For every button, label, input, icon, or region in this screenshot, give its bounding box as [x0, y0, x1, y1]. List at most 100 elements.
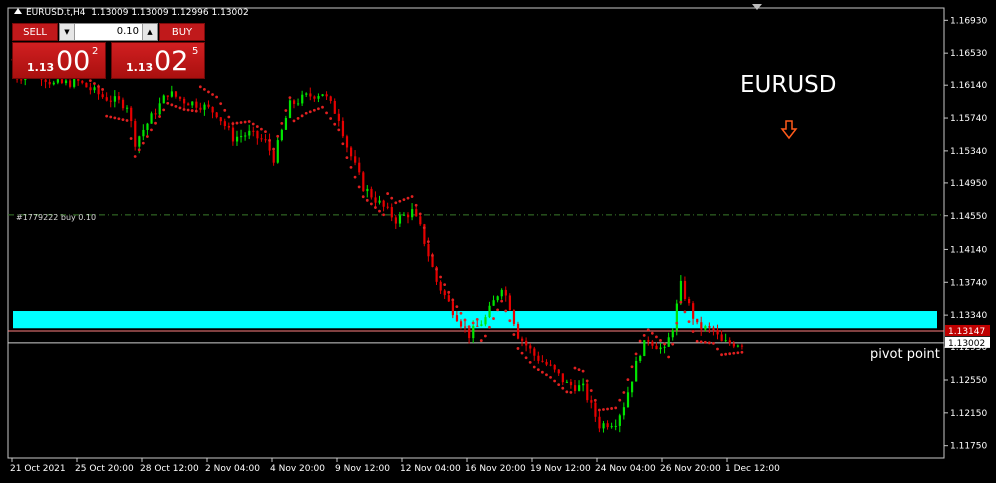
sar-dot: [443, 283, 447, 287]
candle-body: [464, 326, 467, 328]
candle-body: [288, 100, 292, 118]
candle-body: [117, 96, 121, 100]
chart-shift-marker-icon[interactable]: [752, 4, 762, 10]
candle-body: [162, 95, 165, 104]
candle-body: [578, 385, 581, 391]
chart-header: EURUSD.t,H4 1.13009 1.13009 1.12996 1.13…: [14, 8, 249, 18]
sar-dot: [268, 138, 271, 142]
sar-dot: [337, 128, 341, 132]
candle-body: [264, 139, 267, 141]
chevron-down-icon[interactable]: ▼: [60, 24, 75, 40]
sar-dot: [211, 93, 214, 96]
x-tick-label: 28 Oct 12:00: [140, 464, 199, 474]
one-click-trading-panel: SELL ▼ 0.10 ▲ BUY 1.13 00 2 1.13 02 5: [12, 23, 205, 79]
sar-dot: [190, 109, 194, 112]
candle-body: [573, 385, 577, 391]
candle-body: [667, 337, 670, 347]
sar-dot: [341, 142, 345, 146]
sar-dot: [675, 321, 679, 325]
candle-body: [630, 381, 634, 393]
candle-body: [675, 303, 678, 331]
candle-body: [553, 364, 556, 370]
candle-body: [602, 423, 605, 429]
sar-dot: [304, 111, 308, 115]
y-tick-label: 1.13740: [950, 278, 987, 288]
candle-body: [56, 79, 59, 83]
candle-body: [378, 200, 381, 203]
candle-body: [345, 136, 349, 148]
lot-size-input[interactable]: ▼ 0.10 ▲: [59, 23, 158, 41]
sar-dot: [357, 185, 361, 189]
sar-dot: [141, 141, 145, 145]
sar-dot: [488, 325, 491, 329]
sar-dot: [329, 117, 333, 120]
order-line-label[interactable]: #1779222 buy 0.10: [16, 213, 96, 222]
candle-body: [235, 136, 239, 142]
sar-dot: [255, 125, 259, 128]
candle-body: [476, 325, 479, 327]
support-zone[interactable]: [13, 311, 937, 329]
candle-body: [89, 87, 92, 91]
candle-body: [317, 96, 320, 99]
candle-body: [158, 103, 161, 115]
candle-body: [280, 129, 283, 141]
sar-dot: [374, 206, 377, 209]
candle-body: [223, 121, 226, 127]
sar-dot: [93, 82, 96, 85]
candle-body: [130, 107, 133, 122]
candle-body: [736, 345, 740, 347]
collapse-triangle-icon[interactable]: [14, 8, 22, 14]
sar-dot: [650, 331, 654, 335]
candle-body: [341, 120, 345, 137]
sar-dot: [614, 406, 618, 410]
buy-price-prefix: 1.13: [126, 61, 154, 74]
sar-dot: [504, 309, 508, 313]
candle-body: [231, 127, 235, 142]
sar-dot: [121, 118, 125, 122]
sar-dot: [732, 351, 736, 355]
pivot-point-label: pivot point: [870, 347, 940, 362]
sar-dot: [455, 305, 459, 309]
y-tick-label: 1.12150: [950, 409, 987, 419]
candle-body: [121, 99, 125, 109]
candle-body: [105, 97, 108, 101]
candle-body: [447, 295, 450, 302]
candle-body: [126, 107, 129, 109]
lot-size-value[interactable]: 0.10: [117, 24, 139, 40]
candle-body: [655, 345, 658, 350]
candle-body: [663, 346, 666, 348]
candle-body: [488, 305, 491, 318]
sar-dot: [630, 365, 634, 369]
sar-dot: [724, 352, 728, 356]
candle-body: [138, 136, 141, 147]
candle-body: [598, 416, 601, 429]
sar-dot: [500, 299, 504, 303]
candle-body: [565, 381, 569, 383]
y-tick-label: 1.15340: [950, 147, 987, 157]
symbol-title-annotation: EURUSD: [740, 72, 837, 98]
sar-dot: [300, 114, 304, 118]
candle-body: [468, 326, 471, 339]
sar-dot: [598, 408, 601, 412]
candle-body: [142, 129, 145, 137]
buy-button[interactable]: BUY: [159, 23, 205, 41]
sar-dot: [186, 108, 190, 112]
sar-dot: [703, 340, 707, 344]
sar-dot: [260, 127, 263, 131]
sar-dot: [378, 209, 381, 213]
candle-body: [561, 373, 564, 383]
sar-dot: [390, 196, 394, 200]
candle-body: [529, 345, 532, 349]
chevron-up-icon[interactable]: ▲: [142, 24, 157, 40]
candle-body: [150, 113, 153, 124]
sell-price-panel[interactable]: 1.13 00 2: [12, 42, 106, 79]
sar-dot: [545, 373, 548, 377]
sar-dot: [133, 155, 137, 158]
candle-body: [85, 82, 88, 88]
sar-dot: [740, 350, 744, 354]
sar-dot: [219, 102, 223, 106]
sar-dot: [720, 353, 723, 357]
buy-price-panel[interactable]: 1.13 02 5: [111, 42, 205, 79]
y-tick-label: 1.16530: [950, 49, 987, 59]
sell-button[interactable]: SELL: [12, 23, 58, 41]
